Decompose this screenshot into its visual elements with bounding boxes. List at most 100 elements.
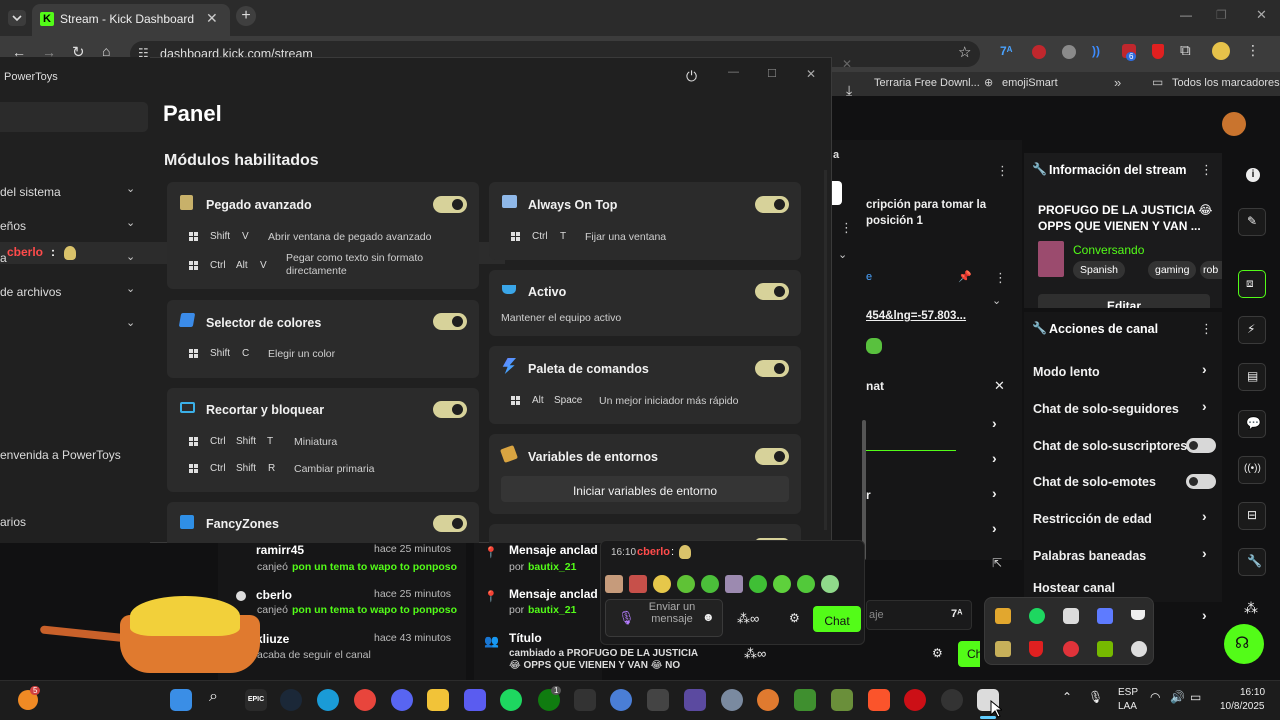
- chevron-down-icon[interactable]: ⌄: [126, 216, 135, 229]
- pin-icon[interactable]: 📌: [958, 270, 972, 283]
- fancyzones-toggle[interactable]: [433, 515, 467, 532]
- clock-date[interactable]: 10/8/2025: [1220, 701, 1265, 712]
- module-card-always-on-top[interactable]: Always On Top Ctrl T Fijar una ventana: [489, 182, 801, 260]
- behind-chevron-icon[interactable]: ⌄: [838, 248, 847, 261]
- browser-menu-icon[interactable]: ⋮: [1246, 42, 1260, 59]
- sidebar-edit-button[interactable]: ✎: [1238, 208, 1266, 236]
- chevron-right-icon[interactable]: ›: [1202, 398, 1207, 414]
- emote-icon[interactable]: [797, 575, 815, 593]
- minecraft-icon[interactable]: [831, 689, 853, 711]
- tray-overflow-chevron-icon[interactable]: ⌃: [1062, 690, 1072, 704]
- emote-icon[interactable]: [653, 575, 671, 593]
- launch-env-variables-button[interactable]: Iniciar variables de entorno: [501, 476, 789, 502]
- tab-list-button[interactable]: [8, 10, 26, 26]
- sidebar-screen-button[interactable]: ⧈: [1238, 270, 1266, 298]
- channel-actions-menu-icon[interactable]: ⋮: [1200, 321, 1213, 337]
- opera-icon[interactable]: [904, 689, 926, 711]
- nav-search-box[interactable]: [0, 102, 148, 132]
- tag-pill[interactable]: gaming: [1148, 261, 1197, 279]
- stream-info-menu-icon[interactable]: ⋮: [1200, 162, 1213, 178]
- chat-user[interactable]: cberlo: [637, 546, 670, 558]
- microphone-tray-icon[interactable]: 🎙: [1088, 690, 1103, 704]
- external-link-icon[interactable]: ⇱: [992, 556, 1002, 570]
- action-modo-lento[interactable]: Modo lento: [1033, 365, 1100, 379]
- pegado-toggle[interactable]: [433, 196, 467, 213]
- settings-gear-icon[interactable]: ⚙: [932, 646, 943, 660]
- activity-user[interactable]: ramirr45: [256, 543, 304, 557]
- module-card-selector[interactable]: Selector de colores Shift C Elegir un co…: [167, 300, 479, 378]
- emote-icon[interactable]: [629, 575, 647, 593]
- emote-icon[interactable]: [725, 575, 743, 593]
- behind-chevron-icon-2[interactable]: ⌄: [992, 294, 1001, 307]
- pinned-user[interactable]: bautix_21: [528, 561, 576, 573]
- nav-item-sistema[interactable]: del sistema: [0, 185, 61, 199]
- emote-icon[interactable]: [677, 575, 695, 593]
- activity-user[interactable]: cberlo: [256, 588, 292, 602]
- brave-icon[interactable]: [868, 689, 890, 711]
- minimize-icon[interactable]: —: [728, 66, 739, 78]
- recortar-toggle[interactable]: [433, 401, 467, 418]
- module-card-fancyzones[interactable]: FancyZones: [167, 502, 479, 543]
- command-palette-icon[interactable]: [1097, 608, 1113, 624]
- browser-tab-active[interactable]: K Stream - Kick Dashboard ✕: [32, 4, 230, 36]
- sidebar-notes-button[interactable]: ▤: [1238, 363, 1266, 391]
- solo-suscriptores-toggle[interactable]: [1186, 438, 1216, 453]
- steam-icon[interactable]: [280, 689, 302, 711]
- behind-chevron-d[interactable]: ›: [992, 520, 997, 536]
- new-tab-button[interactable]: +: [236, 6, 256, 26]
- chat-send-button[interactable]: Chat: [813, 606, 861, 632]
- spotify-icon[interactable]: [500, 689, 522, 711]
- emoji-icon[interactable]: ☻: [702, 610, 715, 624]
- app-icon[interactable]: [794, 689, 816, 711]
- chrome-icon[interactable]: [354, 689, 376, 711]
- sidebar-broadcast-button[interactable]: ((•)): [1238, 456, 1266, 484]
- chevron-down-icon[interactable]: ⌄: [126, 250, 135, 263]
- edge-icon[interactable]: [317, 689, 339, 711]
- language-2[interactable]: LAA: [1118, 701, 1137, 712]
- chevron-down-icon[interactable]: ⌄: [126, 282, 135, 295]
- nodes-icon[interactable]: ⁂: [1244, 600, 1258, 617]
- emote-icon[interactable]: [701, 575, 719, 593]
- sidebar-chat-button[interactable]: 💬: [1238, 410, 1266, 438]
- nav-item-comentarios[interactable]: arios: [0, 515, 26, 529]
- pt-scrollbar[interactable]: [824, 170, 827, 530]
- translate-icon[interactable]: 7ᴬ: [951, 608, 962, 620]
- chevron-right-icon[interactable]: ›: [1202, 607, 1207, 623]
- sidebar-bolt-button[interactable]: ⚡: [1238, 316, 1266, 344]
- action-restriccion-edad[interactable]: Restricción de edad: [1033, 512, 1152, 526]
- tray-app-icon[interactable]: [995, 641, 1011, 657]
- tag-pill[interactable]: Spanish: [1073, 261, 1125, 279]
- module-card-paleta[interactable]: Paleta de comandos Alt Space Un mejor in…: [489, 346, 801, 424]
- module-card-variables[interactable]: Variables de entornos Iniciar variables …: [489, 434, 801, 514]
- emote-icon[interactable]: [773, 575, 791, 593]
- close-icon[interactable]: ✕: [994, 378, 1005, 394]
- nav-item-archivos[interactable]: de archivos: [0, 285, 61, 299]
- profile-avatar[interactable]: [1212, 42, 1230, 60]
- tag-pill[interactable]: rob: [1200, 261, 1222, 279]
- microphone-icon[interactable]: 🎙: [618, 610, 635, 626]
- obs-icon[interactable]: [941, 689, 963, 711]
- behind-chevron-a[interactable]: ›: [992, 415, 997, 431]
- volume-icon[interactable]: 🔊: [1170, 690, 1185, 704]
- module-card-activo[interactable]: Activo Mantener el equipo activo: [489, 270, 801, 336]
- info-icon[interactable]: i: [1246, 168, 1260, 182]
- minimize-browser-icon[interactable]: —: [1180, 8, 1192, 22]
- behind-chevron-c[interactable]: ›: [992, 485, 997, 501]
- start-button-icon[interactable]: [170, 689, 192, 711]
- sidebar-layout-button[interactable]: ⊟: [1238, 502, 1266, 530]
- tray-app-icon[interactable]: [1063, 641, 1079, 657]
- activo-toggle[interactable]: [755, 283, 789, 300]
- app-icon[interactable]: [757, 689, 779, 711]
- app-icon[interactable]: [684, 689, 706, 711]
- epic-games-icon[interactable]: EPIC: [245, 689, 267, 711]
- nav-item-bienvenida[interactable]: envenida a PowerToys: [0, 448, 121, 462]
- action-hostear-canal[interactable]: Hostear canal: [1033, 581, 1115, 595]
- pinned-title[interactable]: Mensaje anclad: [509, 587, 598, 601]
- qbittorrent-icon[interactable]: [610, 689, 632, 711]
- search-icon[interactable]: ⌕: [209, 688, 218, 706]
- maximize-browser-icon[interactable]: ❐: [1216, 8, 1227, 22]
- language-1[interactable]: ESP: [1118, 687, 1138, 698]
- wifi-icon[interactable]: ◠: [1150, 690, 1160, 704]
- action-palabras-baneadas[interactable]: Palabras baneadas: [1033, 549, 1146, 563]
- scrollbar-thumb[interactable]: [862, 420, 866, 560]
